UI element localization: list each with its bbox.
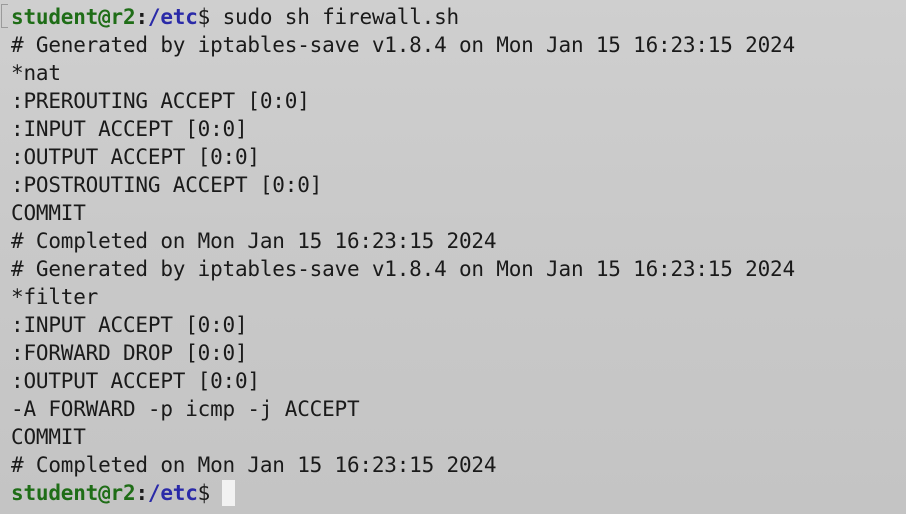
output-line: *nat — [11, 61, 61, 85]
output-line: COMMIT — [11, 201, 86, 225]
window-edge-bracket — [1, 4, 8, 28]
output-line: -A FORWARD -p icmp -j ACCEPT — [11, 397, 360, 421]
output-line: :OUTPUT ACCEPT [0:0] — [11, 145, 260, 169]
command-line: student@r2:/etc$ sudo sh firewall.sh — [11, 3, 906, 31]
prompt-dollar: $ — [197, 481, 211, 505]
entered-command: sudo sh firewall.sh — [210, 5, 460, 29]
prompt-user-host: student@r2 — [11, 5, 136, 29]
output-line: # Completed on Mon Jan 15 16:23:15 2024 — [11, 453, 497, 477]
prompt-separator: : — [135, 481, 148, 505]
output-line: # Completed on Mon Jan 15 16:23:15 2024 — [11, 229, 497, 253]
output-line: # Generated by iptables-save v1.8.4 on M… — [11, 257, 795, 281]
terminal-window[interactable]: student@r2:/etc$ sudo sh firewall.sh # G… — [0, 0, 906, 514]
prompt-path: /etc — [147, 481, 198, 505]
output-line: :INPUT ACCEPT [0:0] — [11, 313, 248, 337]
output-line: :PREROUTING ACCEPT [0:0] — [11, 89, 310, 113]
text-cursor[interactable] — [222, 480, 236, 506]
output-line: COMMIT — [11, 425, 86, 449]
prompt-user-host: student@r2 — [11, 481, 136, 505]
output-line: :OUTPUT ACCEPT [0:0] — [11, 369, 260, 393]
output-line: # Generated by iptables-save v1.8.4 on M… — [11, 33, 795, 57]
prompt-dollar: $ — [197, 5, 211, 29]
prompt-separator: : — [135, 5, 148, 29]
active-prompt-line[interactable]: student@r2:/etc$ — [11, 479, 906, 507]
output-line: :INPUT ACCEPT [0:0] — [11, 117, 248, 141]
output-line: :POSTROUTING ACCEPT [0:0] — [11, 173, 323, 197]
output-line: :FORWARD DROP [0:0] — [11, 341, 248, 365]
prompt-path: /etc — [147, 5, 198, 29]
output-line: *filter — [11, 285, 99, 309]
